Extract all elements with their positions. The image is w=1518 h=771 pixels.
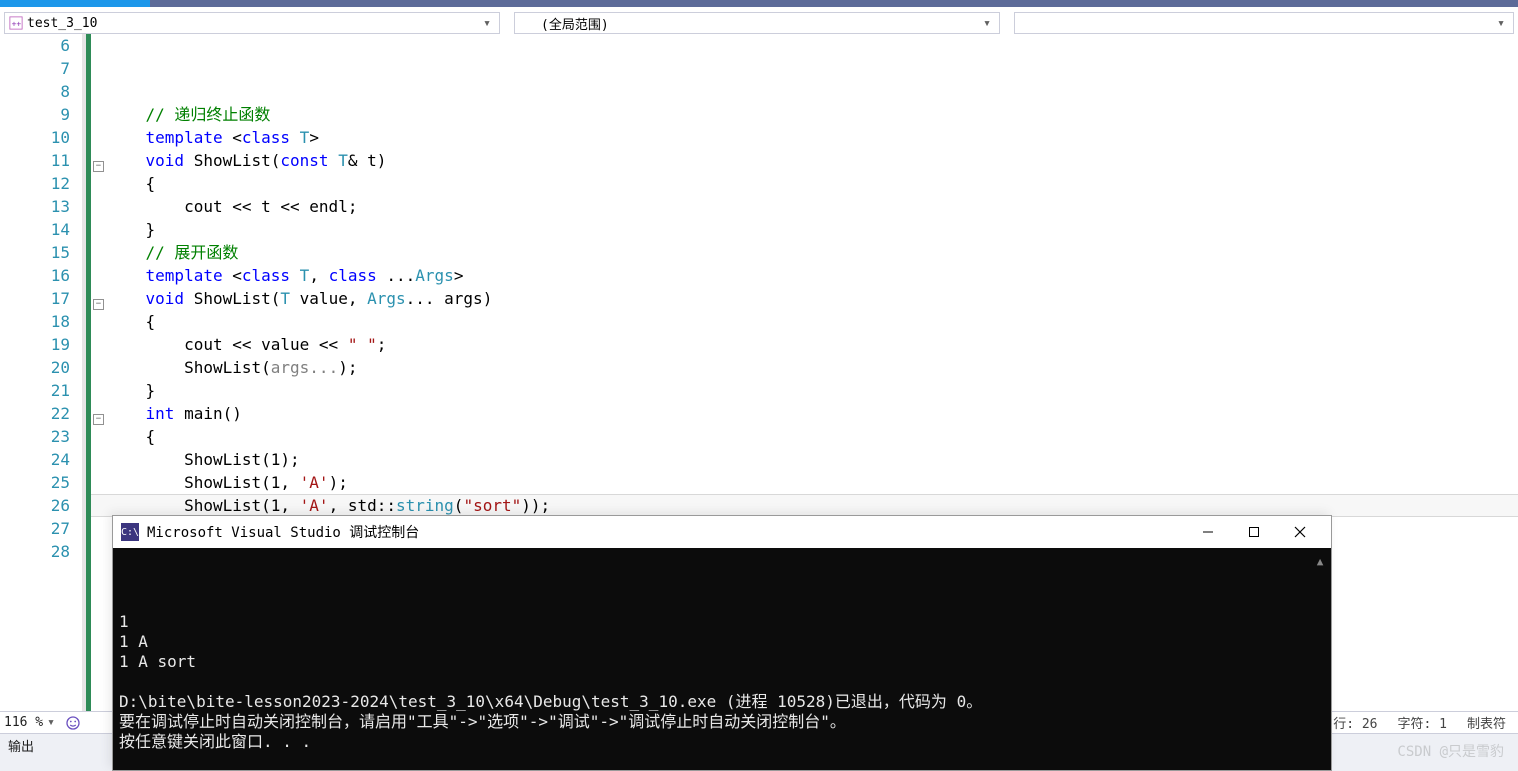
- code-line[interactable]: template <class T>: [93, 126, 1518, 149]
- code-line[interactable]: // 递归终止函数: [93, 103, 1518, 126]
- code-line[interactable]: − void ShowList(const T& t): [93, 149, 1518, 172]
- console-titlebar[interactable]: C:\ Microsoft Visual Studio 调试控制台: [113, 516, 1331, 548]
- line-number: 24: [0, 448, 70, 471]
- line-number: 19: [0, 333, 70, 356]
- status-right: 行: 26 字符: 1 制表符: [1333, 713, 1518, 732]
- line-number: 11: [0, 149, 70, 172]
- chevron-down-icon: ▾: [479, 16, 495, 31]
- code-line[interactable]: − int main(): [93, 402, 1518, 425]
- line-number: 22: [0, 402, 70, 425]
- console-app-icon: C:\: [121, 523, 139, 541]
- svg-text:++: ++: [12, 20, 22, 29]
- debug-console-window[interactable]: C:\ Microsoft Visual Studio 调试控制台 ▲ 1 1 …: [112, 515, 1332, 771]
- line-number: 27: [0, 517, 70, 540]
- tab-strip-bg: [150, 0, 1518, 7]
- zoom-dropdown[interactable]: 116 % ▾: [4, 715, 59, 730]
- feedback-icon[interactable]: [65, 715, 81, 731]
- line-number: 25: [0, 471, 70, 494]
- line-number: 26: [0, 494, 70, 517]
- chevron-down-icon: ▾: [1493, 16, 1509, 31]
- line-number: 7: [0, 57, 70, 80]
- line-number: 14: [0, 218, 70, 241]
- line-number: 10: [0, 126, 70, 149]
- status-line: 行: 26: [1333, 713, 1377, 732]
- nav-member-dropdown[interactable]: ▾: [1014, 12, 1514, 34]
- line-number-gutter: 6789101112131415161718192021222324252627…: [0, 34, 82, 711]
- code-line[interactable]: template <class T, class ...Args>: [93, 264, 1518, 287]
- line-number: 9: [0, 103, 70, 126]
- code-line[interactable]: {: [93, 425, 1518, 448]
- close-button[interactable]: [1277, 517, 1323, 547]
- navigation-bar: ++ test_3_10 ▾ (全局范围) ▾ ▾: [4, 12, 1514, 34]
- line-number: 20: [0, 356, 70, 379]
- line-number: 6: [0, 34, 70, 57]
- line-number: 28: [0, 540, 70, 563]
- line-number: 15: [0, 241, 70, 264]
- minimize-button[interactable]: [1185, 517, 1231, 547]
- nav-scope-dropdown[interactable]: (全局范围) ▾: [514, 12, 1000, 34]
- change-marker: [82, 34, 91, 711]
- line-number: 17: [0, 287, 70, 310]
- scroll-up-icon[interactable]: ▲: [1313, 552, 1327, 566]
- zoom-value: 116 %: [4, 715, 43, 730]
- code-line[interactable]: // 展开函数: [93, 241, 1518, 264]
- code-line[interactable]: − void ShowList(T value, Args... args): [93, 287, 1518, 310]
- nav-file-label: test_3_10: [27, 16, 97, 31]
- code-line[interactable]: ShowList(1, 'A');: [93, 471, 1518, 494]
- chevron-down-icon: ▾: [43, 715, 59, 730]
- status-tab: 制表符: [1467, 713, 1506, 732]
- fold-toggle[interactable]: −: [93, 414, 104, 425]
- code-line[interactable]: cout << value << " ";: [93, 333, 1518, 356]
- fold-toggle[interactable]: −: [93, 299, 104, 310]
- nav-scope-label: (全局范围): [541, 14, 609, 33]
- console-text: 1 1 A 1 A sort D:\bite\bite-lesson2023-2…: [119, 612, 1325, 752]
- console-title: Microsoft Visual Studio 调试控制台: [147, 522, 419, 542]
- tab-strip-active: [0, 0, 150, 7]
- code-line[interactable]: ShowList(args...);: [93, 356, 1518, 379]
- nav-file-dropdown[interactable]: ++ test_3_10 ▾: [4, 12, 500, 34]
- line-number: 13: [0, 195, 70, 218]
- code-line[interactable]: {: [93, 172, 1518, 195]
- code-line[interactable]: {: [93, 310, 1518, 333]
- fold-toggle[interactable]: −: [93, 161, 104, 172]
- cpp-file-icon: ++: [9, 16, 23, 30]
- line-number: 18: [0, 310, 70, 333]
- watermark: CSDN @只是雪豹: [1397, 741, 1504, 761]
- line-number: 12: [0, 172, 70, 195]
- status-col: 字符: 1: [1398, 713, 1447, 732]
- chevron-down-icon: ▾: [979, 16, 995, 31]
- maximize-button[interactable]: [1231, 517, 1277, 547]
- code-line[interactable]: ShowList(1, 'A', std::string("sort"));: [93, 494, 1518, 517]
- line-number: 16: [0, 264, 70, 287]
- line-number: 23: [0, 425, 70, 448]
- code-line[interactable]: }: [93, 218, 1518, 241]
- code-line[interactable]: ShowList(1);: [93, 448, 1518, 471]
- line-number: 21: [0, 379, 70, 402]
- console-output[interactable]: ▲ 1 1 A 1 A sort D:\bite\bite-lesson2023…: [113, 548, 1331, 770]
- code-line[interactable]: cout << t << endl;: [93, 195, 1518, 218]
- code-line[interactable]: }: [93, 379, 1518, 402]
- line-number: 8: [0, 80, 70, 103]
